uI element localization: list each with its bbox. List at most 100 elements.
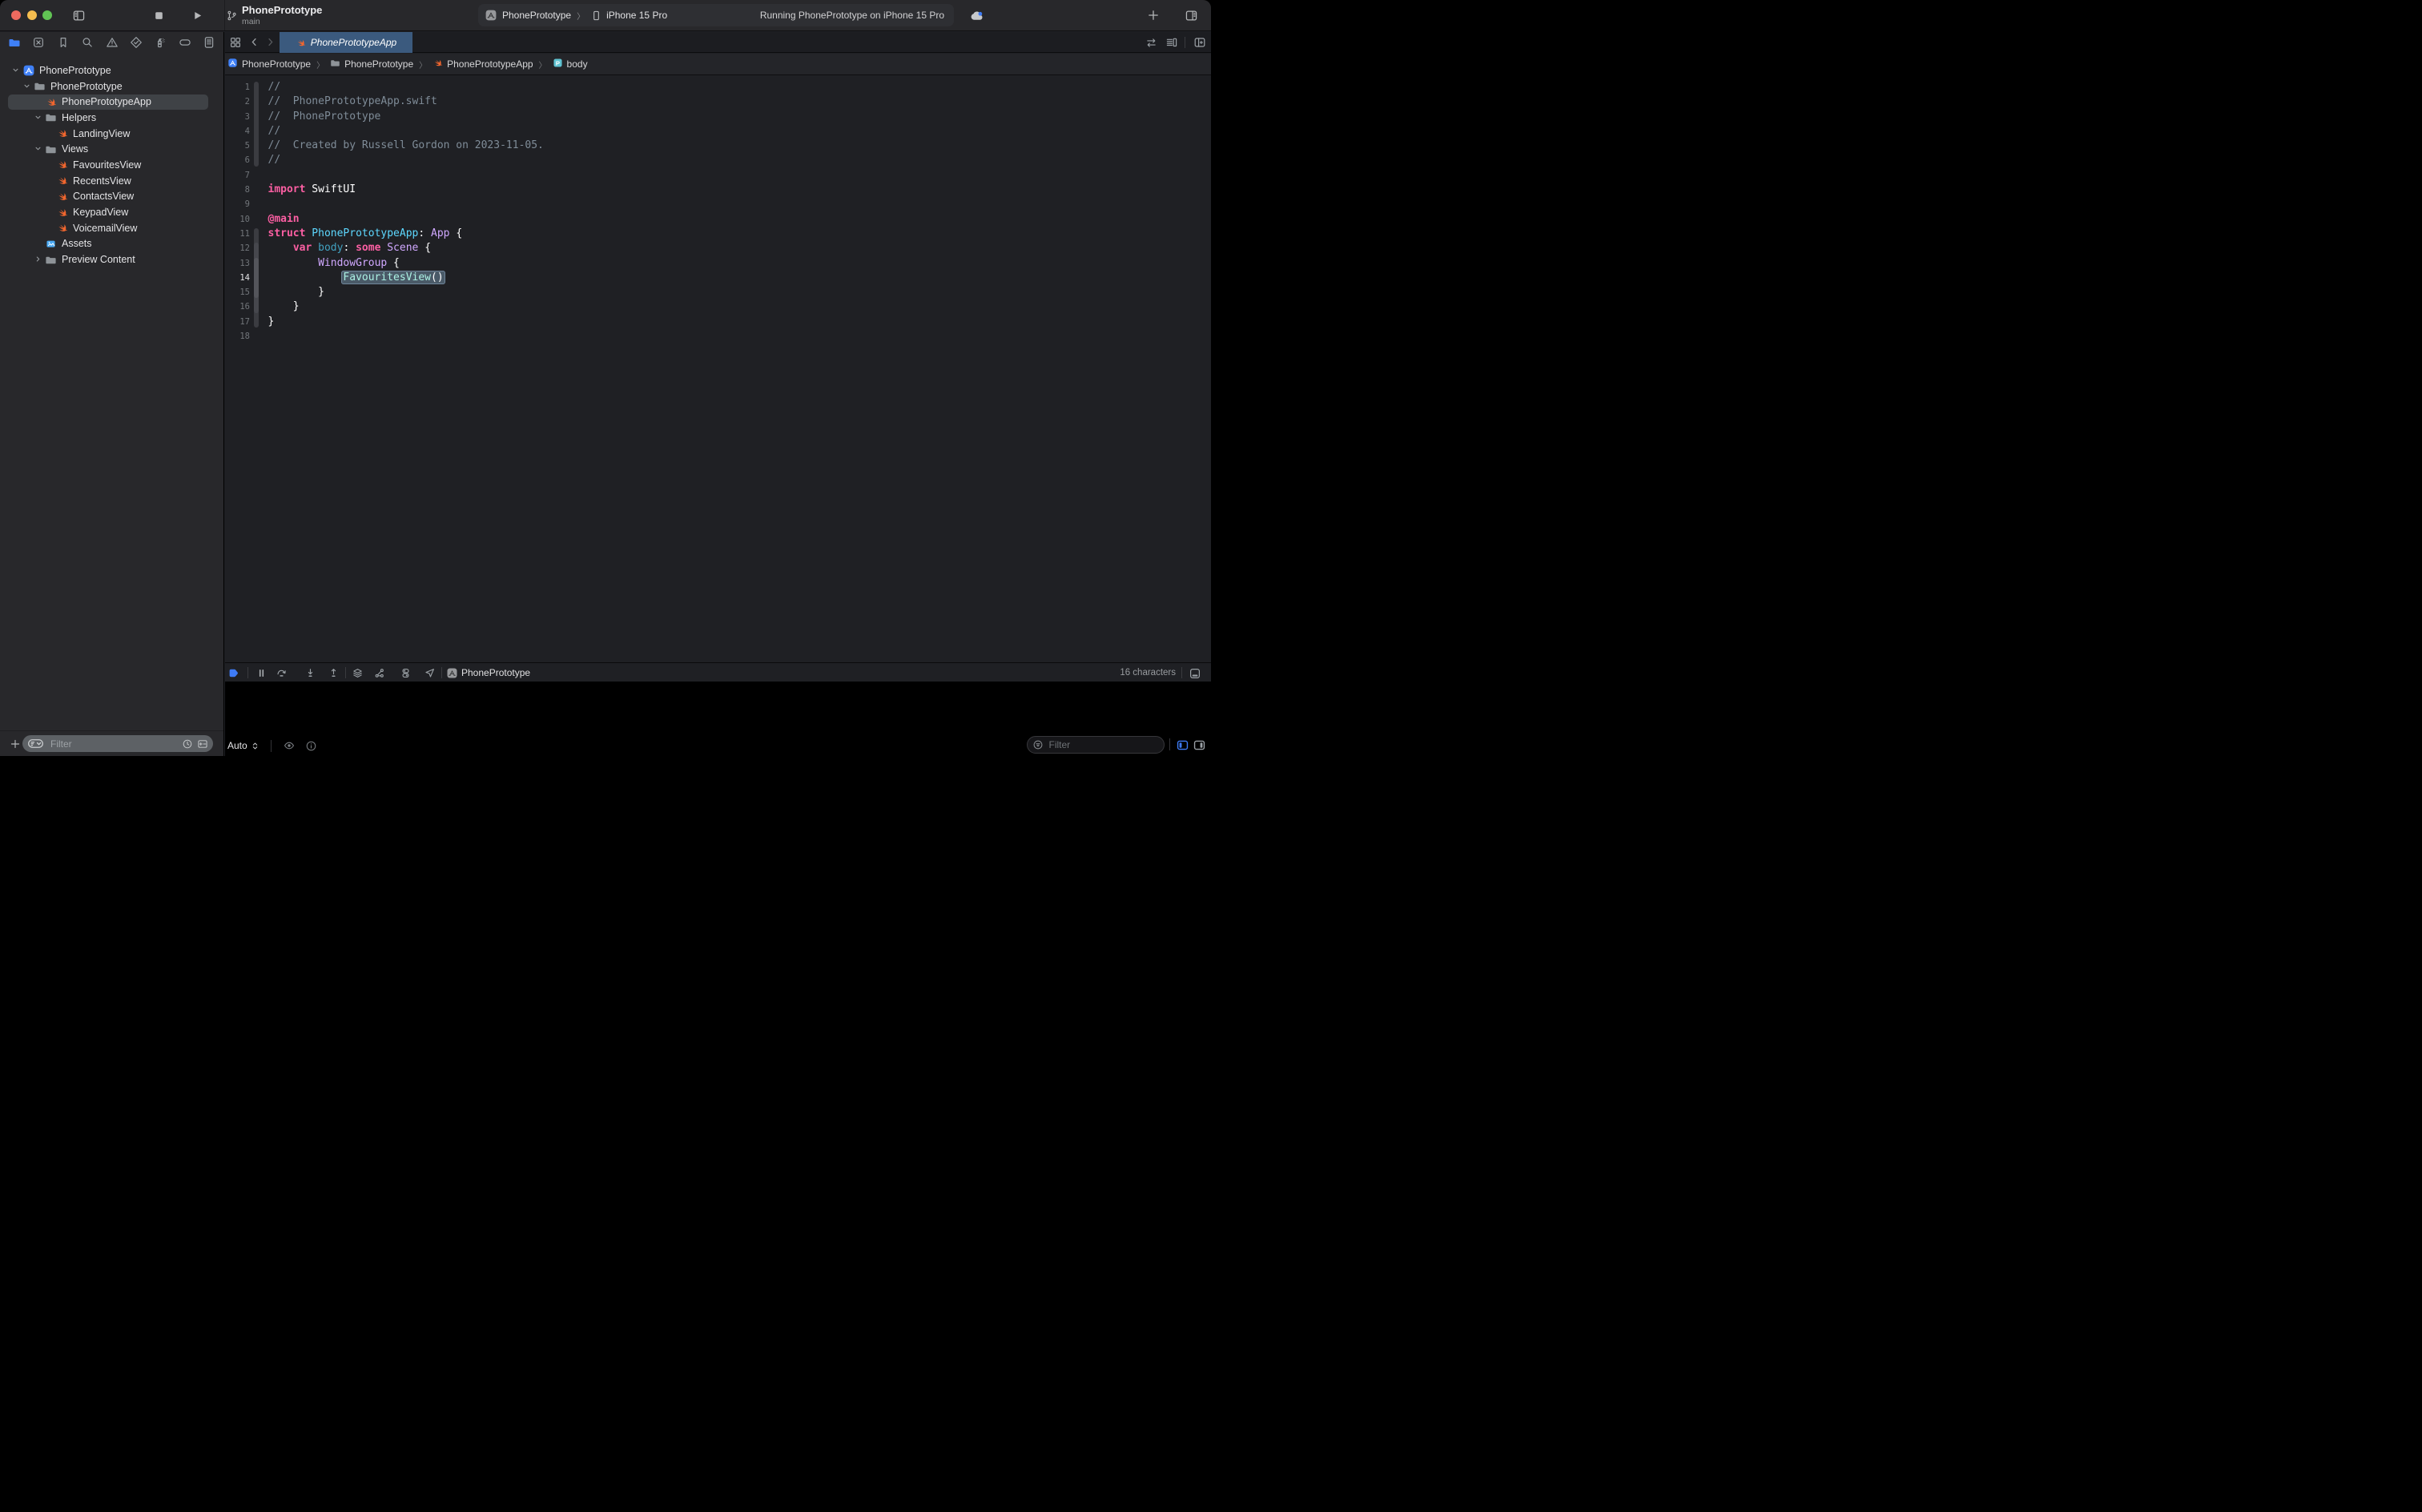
zoom-window-button[interactable] bbox=[42, 10, 52, 20]
related-items-icon[interactable] bbox=[229, 36, 242, 49]
console-right-pane-toggle[interactable] bbox=[1193, 738, 1206, 752]
disclosure-down-icon[interactable] bbox=[34, 112, 42, 123]
cloud-status-icon[interactable] bbox=[968, 7, 984, 24]
code-line-3[interactable]: 3// PhonePrototype bbox=[225, 110, 1211, 124]
tree-item-favouritesview[interactable]: FavouritesView bbox=[0, 157, 223, 173]
console-filter-input[interactable] bbox=[1048, 738, 1175, 751]
memory-graph-icon[interactable] bbox=[373, 667, 385, 679]
toggle-left-sidebar-icon[interactable] bbox=[72, 9, 86, 22]
minimize-window-button[interactable] bbox=[27, 10, 37, 20]
code-line-2[interactable]: 2// PhonePrototypeApp.swift bbox=[225, 94, 1211, 109]
stop-button[interactable] bbox=[153, 10, 165, 22]
navigator-tab-project[interactable] bbox=[7, 38, 22, 52]
breakpoints-toggle-icon[interactable] bbox=[227, 667, 239, 679]
navigator-tab-reports[interactable] bbox=[202, 38, 216, 52]
navigator-filter-input[interactable] bbox=[49, 738, 182, 750]
code-line-17[interactable]: 17} bbox=[225, 315, 1211, 329]
source-control-filter-icon[interactable] bbox=[197, 738, 208, 750]
recents-clock-icon[interactable] bbox=[182, 738, 193, 750]
tab-phoneprototypeapp[interactable]: PhonePrototypeApp bbox=[280, 32, 412, 53]
add-item-button[interactable] bbox=[10, 738, 21, 750]
back-button[interactable] bbox=[249, 37, 260, 47]
breadcrumb-phoneprototypeapp[interactable]: PhonePrototypeApp bbox=[432, 58, 533, 70]
tree-item-recentsview[interactable]: RecentsView bbox=[0, 173, 223, 189]
toggle-right-inspector-icon[interactable] bbox=[1185, 9, 1198, 22]
breadcrumb-phoneprototype[interactable]: PhonePrototype bbox=[227, 58, 311, 70]
disclosure-down-icon[interactable] bbox=[34, 143, 42, 155]
disclosure-right-icon[interactable] bbox=[34, 254, 42, 265]
navigator-tab-source-control[interactable] bbox=[31, 38, 46, 52]
tree-item-landingview[interactable]: LandingView bbox=[0, 126, 223, 142]
tree-item-helpers[interactable]: Helpers bbox=[0, 110, 223, 126]
quicklook-eye-icon[interactable] bbox=[283, 739, 296, 752]
filter-options-icon[interactable] bbox=[27, 735, 44, 752]
variables-view-mode[interactable]: Auto bbox=[227, 740, 247, 751]
navigator-tab-bookmarks[interactable] bbox=[56, 38, 70, 52]
step-into-icon[interactable] bbox=[304, 667, 316, 679]
scheme-selector[interactable]: PhonePrototype 〉 iPhone 15 Pro Running P… bbox=[478, 4, 954, 26]
console-left-pane-toggle[interactable] bbox=[1176, 738, 1189, 752]
scheme-app-name[interactable]: PhonePrototype bbox=[502, 10, 571, 21]
navigator-filter-field[interactable] bbox=[22, 735, 213, 752]
tab-label: PhonePrototypeApp bbox=[311, 37, 396, 48]
code-line-11[interactable]: 11struct PhonePrototypeApp: App { bbox=[225, 227, 1211, 241]
info-icon[interactable] bbox=[305, 740, 317, 752]
code-fold-ribbon[interactable] bbox=[254, 258, 259, 299]
code-line-14[interactable]: 14 FavouritesView() bbox=[225, 271, 1211, 285]
code-line-8[interactable]: 8import SwiftUI bbox=[225, 183, 1211, 197]
code-review-icon[interactable] bbox=[1145, 37, 1157, 49]
tree-item-keypadview[interactable]: KeypadView bbox=[0, 204, 223, 220]
editor-options-icon[interactable] bbox=[1165, 36, 1178, 49]
new-tab-button[interactable] bbox=[1147, 9, 1160, 22]
tree-item-preview-content[interactable]: Preview Content bbox=[0, 251, 223, 267]
tree-item-phoneprototype[interactable]: PhonePrototype bbox=[0, 78, 223, 94]
scheme-device[interactable]: iPhone 15 Pro bbox=[606, 10, 667, 21]
code-fold-ribbon[interactable] bbox=[254, 82, 259, 167]
console-toggle-icon[interactable] bbox=[1189, 667, 1201, 679]
code-line-6[interactable]: 6// bbox=[225, 153, 1211, 167]
code-line-13[interactable]: 13 WindowGroup { bbox=[225, 256, 1211, 271]
run-button[interactable] bbox=[191, 10, 203, 22]
tree-item-contactsview[interactable]: ContactsView bbox=[0, 189, 223, 205]
code-line-5[interactable]: 5// Created by Russell Gordon on 2023-11… bbox=[225, 139, 1211, 153]
pause-execution-icon[interactable] bbox=[255, 667, 268, 679]
disclosure-down-icon[interactable] bbox=[22, 81, 30, 92]
view-hierarchy-icon[interactable] bbox=[352, 667, 364, 679]
code-line-4[interactable]: 4// bbox=[225, 124, 1211, 139]
running-process-label[interactable]: PhonePrototype bbox=[461, 667, 530, 678]
breadcrumb-body[interactable]: Pbody bbox=[553, 58, 588, 70]
step-out-icon[interactable] bbox=[328, 667, 340, 679]
code-line-15[interactable]: 15 } bbox=[225, 285, 1211, 300]
tree-item-assets[interactable]: Assets bbox=[0, 236, 223, 252]
code-line-12[interactable]: 12 var body: some Scene { bbox=[225, 241, 1211, 255]
step-over-icon[interactable] bbox=[276, 667, 288, 679]
environment-overrides-icon[interactable] bbox=[400, 667, 412, 679]
branch-name: main bbox=[242, 17, 260, 26]
close-window-button[interactable] bbox=[11, 10, 21, 20]
tree-item-label: Views bbox=[62, 143, 88, 155]
navigator-tab-tests[interactable] bbox=[129, 38, 143, 52]
tree-item-views[interactable]: Views bbox=[0, 141, 223, 157]
add-editor-icon[interactable] bbox=[1193, 36, 1206, 49]
code-line-7[interactable]: 7 bbox=[225, 168, 1211, 183]
code-line-1[interactable]: 1// bbox=[225, 80, 1211, 94]
disclosure-down-icon[interactable] bbox=[11, 65, 19, 76]
navigator-tab-issues[interactable] bbox=[105, 38, 119, 52]
code-line-18[interactable]: 18 bbox=[225, 329, 1211, 344]
updown-chevron-icon[interactable] bbox=[251, 742, 260, 750]
source-editor[interactable]: 1//2// PhonePrototypeApp.swift3// PhoneP… bbox=[225, 76, 1211, 662]
navigator-tab-find[interactable] bbox=[80, 38, 95, 52]
navigator-tab-breakpoints[interactable] bbox=[178, 38, 192, 52]
code-line-16[interactable]: 16 } bbox=[225, 300, 1211, 314]
breadcrumb-phoneprototype[interactable]: PhonePrototype bbox=[330, 58, 413, 70]
debug-console[interactable]: Auto bbox=[225, 682, 1211, 756]
simulate-location-icon[interactable] bbox=[424, 667, 436, 679]
tree-item-phoneprototypeapp[interactable]: PhonePrototypeApp bbox=[0, 94, 223, 110]
console-filter-field[interactable] bbox=[1027, 736, 1165, 754]
forward-button[interactable] bbox=[265, 37, 276, 47]
code-line-9[interactable]: 9 bbox=[225, 197, 1211, 211]
navigator-tab-debug[interactable] bbox=[153, 38, 167, 52]
code-line-10[interactable]: 10@main bbox=[225, 212, 1211, 227]
tree-item-voicemailview[interactable]: VoicemailView bbox=[0, 220, 223, 236]
tree-item-phoneprototype[interactable]: PhonePrototype bbox=[0, 62, 223, 78]
